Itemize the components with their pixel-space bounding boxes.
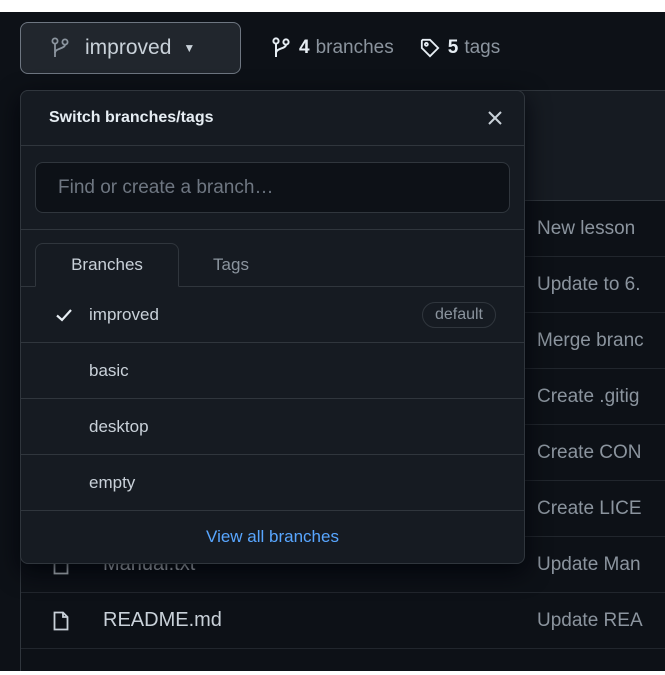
branch-search-input[interactable]	[35, 162, 510, 213]
repo-toolbar: improved ▼ 4 branches 5 tags	[20, 22, 500, 74]
branches-label: branches	[315, 37, 394, 58]
dropdown-header: Switch branches/tags	[21, 91, 524, 146]
view-all-branches-label: View all branches	[206, 527, 339, 546]
branch-name: desktop	[89, 416, 149, 436]
tag-icon	[420, 37, 440, 59]
dropdown-tabs: Branches Tags	[21, 230, 524, 287]
branch-item-empty[interactable]: empty	[21, 455, 524, 511]
commit-message[interactable]: New lesson	[537, 218, 635, 240]
tab-branches-label: Branches	[71, 255, 143, 274]
default-badge: default	[421, 301, 496, 328]
close-icon[interactable]	[484, 107, 506, 129]
commit-message[interactable]: Update Man	[537, 554, 641, 576]
tab-tags[interactable]: Tags	[201, 243, 261, 287]
git-branch-icon	[271, 37, 291, 59]
tab-branches[interactable]: Branches	[35, 243, 179, 287]
git-branch-icon	[51, 37, 69, 59]
current-branch-label: improved	[85, 36, 172, 59]
file-row[interactable]: README.md Update REA	[21, 593, 665, 649]
branch-name: empty	[89, 472, 136, 492]
bottom-edge	[0, 671, 665, 675]
tags-count: 5	[447, 37, 459, 58]
commit-message[interactable]: Update to 6.	[537, 274, 641, 296]
branches-link[interactable]: 4 branches	[271, 37, 394, 59]
branches-count: 4	[299, 37, 310, 58]
search-wrapper	[21, 146, 524, 230]
view-all-branches-link[interactable]: View all branches	[21, 511, 524, 563]
file-name[interactable]: README.md	[103, 609, 222, 632]
branch-selector-button[interactable]: improved ▼	[20, 22, 241, 74]
tags-label: tags	[464, 37, 501, 58]
commit-message[interactable]: Create LICE	[537, 498, 642, 520]
commit-message[interactable]: Create .gitig	[537, 386, 639, 408]
tags-link[interactable]: 5 tags	[420, 37, 501, 59]
branch-name: improved	[89, 304, 159, 324]
tab-tags-label: Tags	[213, 255, 249, 274]
branch-item-desktop[interactable]: desktop	[21, 399, 524, 455]
commit-message[interactable]: Update REA	[537, 610, 643, 632]
branch-item-basic[interactable]: basic	[21, 343, 524, 399]
top-edge	[0, 0, 665, 12]
commit-message[interactable]: Merge branc	[537, 330, 644, 352]
caret-down-icon: ▼	[183, 41, 196, 55]
branch-name: basic	[89, 360, 129, 380]
commit-message[interactable]: Create CON	[537, 442, 642, 464]
branch-item-improved[interactable]: improved default	[21, 287, 524, 343]
branch-dropdown: Switch branches/tags Branches Tags impro…	[20, 90, 525, 564]
check-icon	[55, 306, 73, 324]
dropdown-title: Switch branches/tags	[49, 109, 214, 126]
file-icon	[53, 611, 69, 631]
